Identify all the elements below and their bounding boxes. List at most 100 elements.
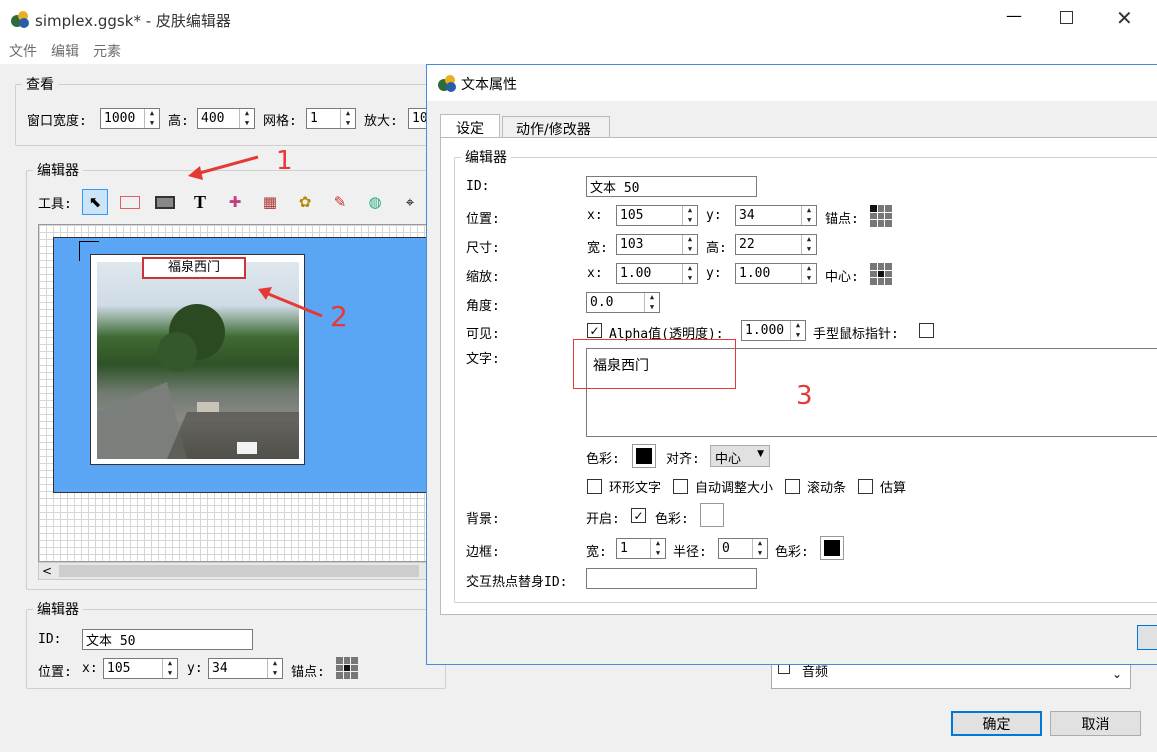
scrollbar-checkbox[interactable] (785, 479, 801, 494)
position-y-spinner[interactable]: 34 ▲ ▼ (735, 205, 817, 226)
window-height-spinner[interactable]: 400 ▲ ▼ (197, 108, 255, 129)
scale-y-spinner[interactable]: 1.00 ▲ ▼ (735, 263, 817, 284)
center-grid-icon[interactable] (870, 263, 892, 285)
border-width-spinner[interactable]: 1 ▲ ▼ (616, 538, 666, 559)
text-label: 文字: (466, 352, 500, 367)
crosshair-tool-icon[interactable]: ⌖ (397, 189, 423, 215)
scroll-left-icon[interactable]: < (42, 564, 52, 578)
position-y-label: y: (706, 208, 722, 223)
bg-enable-checkbox[interactable]: ✓ (631, 508, 646, 523)
align-select[interactable]: 中心 ▼ (710, 445, 770, 467)
bottom-y-spinner[interactable]: 34 ▲ ▼ (208, 658, 283, 679)
bottom-y-label: y: (187, 661, 203, 676)
hotspot-field[interactable] (586, 568, 757, 589)
chevron-down-icon: ▼ (757, 449, 764, 459)
view-legend: 查看 (22, 74, 58, 94)
position-x-label: x: (587, 208, 603, 223)
chevron-down-icon[interactable]: ⌄ (1112, 667, 1122, 681)
text-color-swatch[interactable] (632, 444, 656, 468)
window-width-label: 窗口宽度: (27, 114, 87, 129)
circular-text-label: 环形文字 (609, 481, 662, 496)
map-tool-icon[interactable]: ◍ (362, 189, 388, 215)
size-width-spinner[interactable]: 103 ▲ ▼ (616, 234, 698, 255)
menu-bar: 文件 编辑 元素 (0, 38, 1157, 64)
center-label: 中心: (825, 270, 859, 285)
minimize-icon[interactable]: — (1000, 6, 1028, 30)
autosize-label: 自动调整大小 (695, 481, 774, 496)
toolbar: ⬉ T ✚ ▦ ✿ ✎ ◍ ⌖ (82, 189, 423, 215)
angle-spinner[interactable]: 0.0 ▲ ▼ (586, 292, 660, 313)
size-h-label: 高: (706, 241, 727, 256)
ok-button[interactable]: 确定 (951, 711, 1042, 736)
menu-file[interactable]: 文件 (9, 41, 37, 61)
menu-edit[interactable]: 编辑 (51, 41, 79, 61)
window-title: simplex.ggsk* - 皮肤编辑器 (35, 12, 231, 30)
bottom-anchor-label: 锚点: (291, 665, 325, 680)
scale-x-spinner[interactable]: 1.00 ▲ ▼ (616, 263, 698, 284)
bottom-x-label: x: (82, 661, 98, 676)
tab-actions[interactable]: 动作/修改器 (502, 116, 610, 138)
window-width-spinner[interactable]: 1000 ▲ ▼ (100, 108, 160, 129)
border-color-swatch[interactable] (820, 536, 844, 560)
circular-text-checkbox[interactable] (587, 479, 602, 494)
dialog-title-bar: 文本属性 (427, 65, 1157, 101)
annotation-3: 3 (796, 381, 813, 411)
visible-checkbox[interactable]: ✓ (587, 323, 602, 338)
position-x-spinner[interactable]: 105 ▲ ▼ (616, 205, 698, 226)
grid-label: 网格: (263, 114, 297, 129)
editor-canvas[interactable]: 福泉西门 (38, 224, 439, 562)
menu-element[interactable]: 元素 (93, 41, 121, 61)
horizontal-scrollbar[interactable]: < (38, 562, 438, 580)
bottom-x-spinner[interactable]: 105 ▲ ▼ (103, 658, 178, 679)
select-tool-icon[interactable]: ⬉ (82, 189, 108, 215)
bg-color-label: 色彩: (655, 512, 689, 527)
code-tool-icon[interactable]: ✎ (327, 189, 353, 215)
estimate-checkbox[interactable] (858, 479, 874, 494)
anchor-label: 锚点: (825, 212, 859, 227)
angle-label: 角度: (466, 299, 500, 314)
size-height-spinner[interactable]: 22 ▲ ▼ (735, 234, 817, 255)
text-tool-icon[interactable]: T (187, 189, 213, 215)
hand-cursor-checkbox[interactable] (919, 323, 934, 338)
button-tool-icon[interactable]: ✚ (222, 189, 248, 215)
image-element[interactable] (90, 254, 305, 465)
editor-legend: 编辑器 (33, 160, 83, 180)
annotation-2: 2 (330, 300, 348, 333)
scale-x-label: x: (587, 266, 603, 281)
scale-label: 缩放: (466, 270, 500, 285)
title-bar: simplex.ggsk* - 皮肤编辑器 — ✕ (0, 0, 1157, 38)
border-label: 边框: (466, 545, 500, 560)
maximize-icon[interactable] (1060, 11, 1073, 24)
text-properties-dialog: 文本属性 设定 动作/修改器 编辑器 ID: 文本 50 位置: x: 105 ▲… (426, 64, 1157, 665)
canvas-text-element[interactable]: 福泉西门 (142, 257, 246, 279)
id-field[interactable]: 文本 50 (586, 176, 757, 197)
window-height-label: 高: (168, 114, 189, 129)
close-icon[interactable]: ✕ (1116, 6, 1133, 30)
anchor-grid-icon[interactable] (870, 205, 892, 227)
border-w-label: 宽: (586, 545, 607, 560)
size-w-label: 宽: (587, 241, 608, 256)
scroll-thumb[interactable] (59, 565, 419, 577)
id-label: ID: (466, 179, 490, 194)
polygon-tool-icon[interactable]: ✿ (292, 189, 318, 215)
align-label: 对齐: (666, 452, 700, 467)
container-tool-icon[interactable] (152, 189, 178, 215)
alpha-spinner[interactable]: 1.000 ▲ ▼ (741, 320, 806, 341)
tools-label: 工具: (38, 197, 72, 212)
panorama-photo (97, 262, 299, 459)
autosize-checkbox[interactable] (673, 479, 689, 494)
dialog-logo-icon (437, 73, 457, 93)
text-color-label: 色彩: (586, 452, 620, 467)
bottom-id-field[interactable]: 文本 50 (82, 629, 253, 650)
cancel-button[interactable]: 取消 (1050, 711, 1141, 736)
cloner-tool-icon[interactable]: ▦ (257, 189, 283, 215)
rectangle-tool-icon[interactable] (117, 189, 143, 215)
position-label: 位置: (466, 212, 500, 227)
dialog-ok-button[interactable] (1137, 625, 1157, 650)
border-radius-spinner[interactable]: 0 ▲ ▼ (718, 538, 768, 559)
visible-label: 可见: (466, 327, 500, 342)
grid-spinner[interactable]: 1 ▲ ▼ (306, 108, 356, 129)
bg-color-swatch[interactable] (700, 503, 724, 527)
bottom-anchor-grid-icon[interactable] (336, 657, 358, 679)
tab-settings[interactable]: 设定 (440, 114, 500, 138)
